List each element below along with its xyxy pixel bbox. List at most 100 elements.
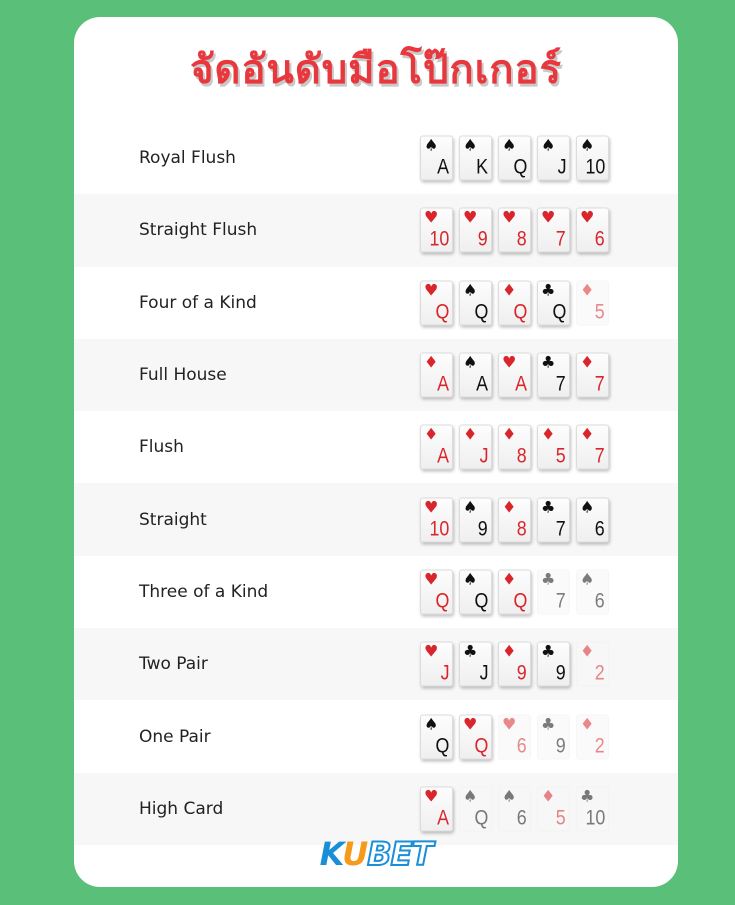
heart-icon: ♥ (463, 207, 478, 227)
card-rank: 5 (595, 300, 605, 324)
card-rank: A (515, 372, 527, 396)
playing-card: ♠ A (420, 135, 453, 181)
hand-row: Straight ♥ 10 ♠ 9 ♦ 8 ♣ 7 ♠ 6 (74, 483, 678, 556)
card-rank: 8 (517, 517, 527, 541)
diamond-icon: ♦ (424, 424, 439, 444)
card-group: ♥ A ♠ Q ♠ 6 ♦ 5 ♣ 10 (420, 786, 609, 832)
kubet-logo: KUBET (74, 834, 678, 874)
playing-card: ♠ 9 (459, 497, 492, 543)
playing-card: ♥ 9 (459, 207, 492, 253)
playing-card: ♦ 8 (498, 497, 531, 543)
card-rank: 7 (556, 589, 566, 613)
playing-card: ♦ 2 (576, 714, 609, 760)
playing-card: ♣ Q (537, 280, 570, 326)
card-rank: Q (435, 734, 449, 758)
spade-icon: ♠ (463, 280, 478, 300)
card-rank: A (437, 155, 449, 179)
club-icon: ♣ (541, 714, 556, 734)
spade-icon: ♠ (463, 786, 478, 806)
card-rank: A (437, 806, 449, 830)
card-rank: J (479, 661, 488, 685)
diamond-icon: ♦ (463, 424, 478, 444)
club-icon: ♣ (541, 497, 556, 517)
playing-card: ♥ Q (420, 280, 453, 326)
playing-card: ♦ 5 (576, 280, 609, 326)
card-rank: Q (435, 300, 449, 324)
card-rank: Q (474, 734, 488, 758)
card-rank: Q (513, 589, 527, 613)
card-rank: A (437, 444, 449, 468)
card-rank: J (479, 444, 488, 468)
heart-icon: ♥ (502, 714, 517, 734)
heart-icon: ♥ (502, 352, 517, 372)
card-rank: 6 (595, 227, 605, 251)
card-group: ♥ 10 ♠ 9 ♦ 8 ♣ 7 ♠ 6 (420, 497, 609, 543)
card-rank: J (557, 155, 566, 179)
spade-icon: ♠ (463, 352, 478, 372)
card-rank: 6 (517, 806, 527, 830)
hand-row: Two Pair ♥ J ♣ J ♦ 9 ♣ 9 ♦ 2 (74, 628, 678, 701)
diamond-icon: ♦ (541, 786, 556, 806)
diamond-icon: ♦ (502, 424, 517, 444)
playing-card: ♣ J (459, 641, 492, 687)
card-rank: 7 (556, 517, 566, 541)
card-group: ♦ A ♦ J ♦ 8 ♦ 5 ♦ 7 (420, 424, 609, 470)
card-rank: Q (552, 300, 566, 324)
logo-part-u: U (342, 835, 368, 873)
playing-card: ♥ 6 (498, 714, 531, 760)
card-rank: 9 (478, 227, 488, 251)
diamond-icon: ♦ (502, 569, 517, 589)
playing-card: ♠ Q (459, 280, 492, 326)
heart-icon: ♥ (463, 714, 478, 734)
hand-row: Three of a Kind ♥ Q ♠ Q ♦ Q ♣ 7 ♠ 6 (74, 556, 678, 628)
diamond-icon: ♦ (580, 352, 595, 372)
playing-card: ♣ 7 (537, 352, 570, 398)
card-rank: 10 (429, 517, 449, 541)
spade-icon: ♠ (463, 135, 478, 155)
diamond-icon: ♦ (502, 497, 517, 517)
card-group: ♠ Q ♥ Q ♥ 6 ♣ 9 ♦ 2 (420, 714, 609, 760)
hand-name: High Card (139, 798, 224, 819)
card-group: ♥ J ♣ J ♦ 9 ♣ 9 ♦ 2 (420, 641, 609, 687)
card-group: ♦ A ♠ A ♥ A ♣ 7 ♦ 7 (420, 352, 609, 398)
playing-card: ♥ 6 (576, 207, 609, 253)
diamond-icon: ♦ (580, 641, 595, 661)
playing-card: ♥ J (420, 641, 453, 687)
spade-icon: ♠ (463, 497, 478, 517)
diamond-icon: ♦ (424, 352, 439, 372)
spade-icon: ♠ (463, 569, 478, 589)
card-group: ♥ Q ♠ Q ♦ Q ♣ Q ♦ 5 (420, 280, 609, 326)
card-rank: 10 (429, 227, 449, 251)
card-group: ♠ A ♠ K ♠ Q ♠ J ♠ 10 (420, 135, 609, 181)
playing-card: ♠ Q (459, 569, 492, 615)
card-rank: 2 (595, 734, 605, 758)
club-icon: ♣ (541, 280, 556, 300)
playing-card: ♥ A (420, 786, 453, 832)
logo-part-k: K (319, 835, 344, 873)
spade-icon: ♠ (424, 135, 439, 155)
card-rank: A (437, 372, 449, 396)
playing-card: ♠ K (459, 135, 492, 181)
playing-card: ♣ 7 (537, 497, 570, 543)
playing-card: ♦ 8 (498, 424, 531, 470)
heart-icon: ♥ (424, 786, 439, 806)
card-rank: 5 (556, 806, 566, 830)
hand-name: Straight Flush (139, 220, 258, 241)
heart-icon: ♥ (424, 641, 439, 661)
hand-row: Full House ♦ A ♠ A ♥ A ♣ 7 ♦ 7 (74, 338, 678, 412)
hand-name: Flush (139, 437, 184, 458)
card-rank: Q (513, 155, 527, 179)
page-title: จัดอันดับมือโป๊กเกอร์ (189, 47, 563, 93)
hand-row: Straight Flush ♥ 10 ♥ 9 ♥ 8 ♥ 7 ♥ 6 (74, 194, 678, 267)
card-group: ♥ Q ♠ Q ♦ Q ♣ 7 ♠ 6 (420, 569, 609, 615)
club-icon: ♣ (541, 641, 556, 661)
diamond-icon: ♦ (502, 280, 517, 300)
playing-card: ♠ Q (420, 714, 453, 760)
spade-icon: ♠ (502, 135, 517, 155)
diamond-icon: ♦ (580, 280, 595, 300)
playing-card: ♦ 9 (498, 641, 531, 687)
club-icon: ♣ (580, 786, 595, 806)
spade-icon: ♠ (502, 786, 517, 806)
spade-icon: ♠ (580, 135, 595, 155)
playing-card: ♥ 8 (498, 207, 531, 253)
